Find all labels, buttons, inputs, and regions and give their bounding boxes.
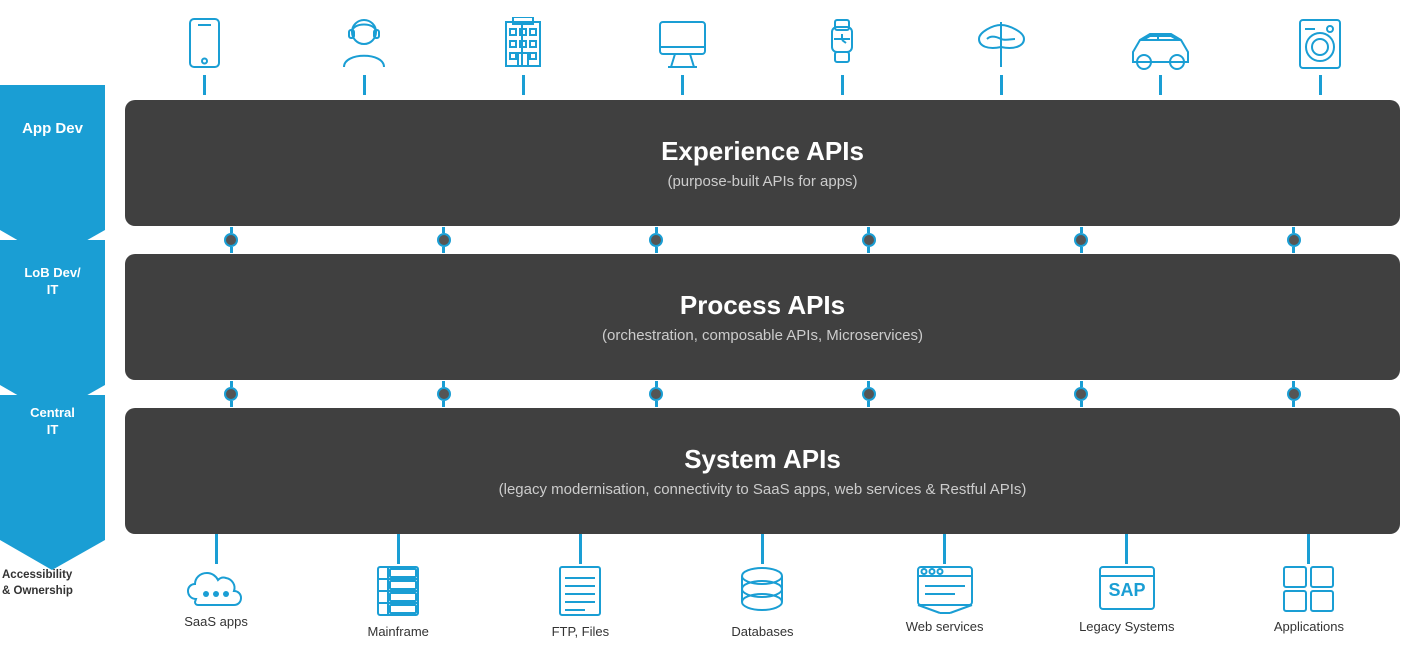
icon-desktop <box>623 17 743 95</box>
connector-row-2 <box>115 380 1410 408</box>
connector-7 <box>224 381 238 407</box>
accessibility-label: Accessibility& Ownership <box>2 567 73 599</box>
bottom-icon-saas: SaaS apps <box>156 564 276 629</box>
bottom-icon-ftp: FTP, Files <box>520 564 640 639</box>
connector-4 <box>862 227 876 253</box>
connector-11 <box>1074 381 1088 407</box>
connector-3 <box>649 227 663 253</box>
bottom-section: SaaS apps Mainframe <box>115 534 1410 664</box>
left-sidebar: App Dev LoB Dev/IT CentralIT Accessibili… <box>0 0 110 664</box>
icon-handshake <box>942 17 1062 95</box>
db-label: Databases <box>731 624 793 639</box>
connector-5 <box>1074 227 1088 253</box>
connector-8 <box>437 381 451 407</box>
svg-text:SAP: SAP <box>1108 580 1145 600</box>
right-content: Experience APIs (purpose-built APIs for … <box>110 0 1410 664</box>
icon-watch <box>782 12 902 95</box>
bottom-conn-1 <box>156 534 276 564</box>
experience-api-box: Experience APIs (purpose-built APIs for … <box>125 100 1400 226</box>
process-api-subtitle: (orchestration, composable APIs, Microse… <box>602 327 923 344</box>
system-api-section: System APIs (legacy modernisation, conne… <box>115 408 1410 534</box>
connector-1 <box>224 227 238 253</box>
connector-9 <box>649 381 663 407</box>
bottom-conn-2 <box>338 534 458 564</box>
legacy-label: Legacy Systems <box>1079 619 1174 634</box>
bottom-icon-apps: Applications <box>1249 564 1369 634</box>
api-layers: Experience APIs (purpose-built APIs for … <box>115 100 1410 534</box>
icon-phone <box>145 17 265 95</box>
bottom-connector-row <box>115 534 1410 564</box>
connector-6 <box>1287 227 1301 253</box>
appdev-label: App Dev <box>0 120 105 137</box>
icon-appliance <box>1260 17 1380 95</box>
system-api-box: System APIs (legacy modernisation, conne… <box>125 408 1400 534</box>
connector-2 <box>437 227 451 253</box>
icon-car <box>1101 22 1221 95</box>
connector-row-1 <box>115 226 1410 254</box>
process-api-box: Process APIs (orchestration, composable … <box>125 254 1400 380</box>
centralit-label: CentralIT <box>0 405 105 439</box>
ftp-label: FTP, Files <box>552 624 610 639</box>
bottom-icon-db: Databases <box>702 564 822 639</box>
top-icons-row <box>115 0 1410 100</box>
experience-api-subtitle: (purpose-built APIs for apps) <box>667 173 857 190</box>
saas-label: SaaS apps <box>184 614 248 629</box>
main-container: App Dev LoB Dev/IT CentralIT Accessibili… <box>0 0 1410 664</box>
bottom-conn-7 <box>1249 534 1369 564</box>
connector-12 <box>1287 381 1301 407</box>
connector-10 <box>862 381 876 407</box>
bottom-conn-3 <box>520 534 640 564</box>
icon-person <box>304 17 424 95</box>
web-label: Web services <box>906 619 984 634</box>
bottom-conn-5 <box>885 534 1005 564</box>
bottom-icons-row: SaaS apps Mainframe <box>115 564 1410 664</box>
apps-label: Applications <box>1274 619 1344 634</box>
system-api-subtitle: (legacy modernisation, connectivity to S… <box>499 481 1027 498</box>
bottom-icon-web: Web services <box>885 564 1005 634</box>
experience-api-title: Experience APIs <box>661 136 864 167</box>
icon-building <box>463 17 583 95</box>
process-api-section: Process APIs (orchestration, composable … <box>115 254 1410 380</box>
bottom-icon-mainframe: Mainframe <box>338 564 458 639</box>
mainframe-label: Mainframe <box>367 624 428 639</box>
process-api-title: Process APIs <box>680 290 845 321</box>
bottom-conn-4 <box>702 534 822 564</box>
experience-api-section: Experience APIs (purpose-built APIs for … <box>115 100 1410 226</box>
bottom-conn-6 <box>1067 534 1187 564</box>
bottom-icon-sap: SAP Legacy Systems <box>1067 564 1187 634</box>
system-api-title: System APIs <box>684 444 841 475</box>
lobdev-label: LoB Dev/IT <box>0 265 105 299</box>
